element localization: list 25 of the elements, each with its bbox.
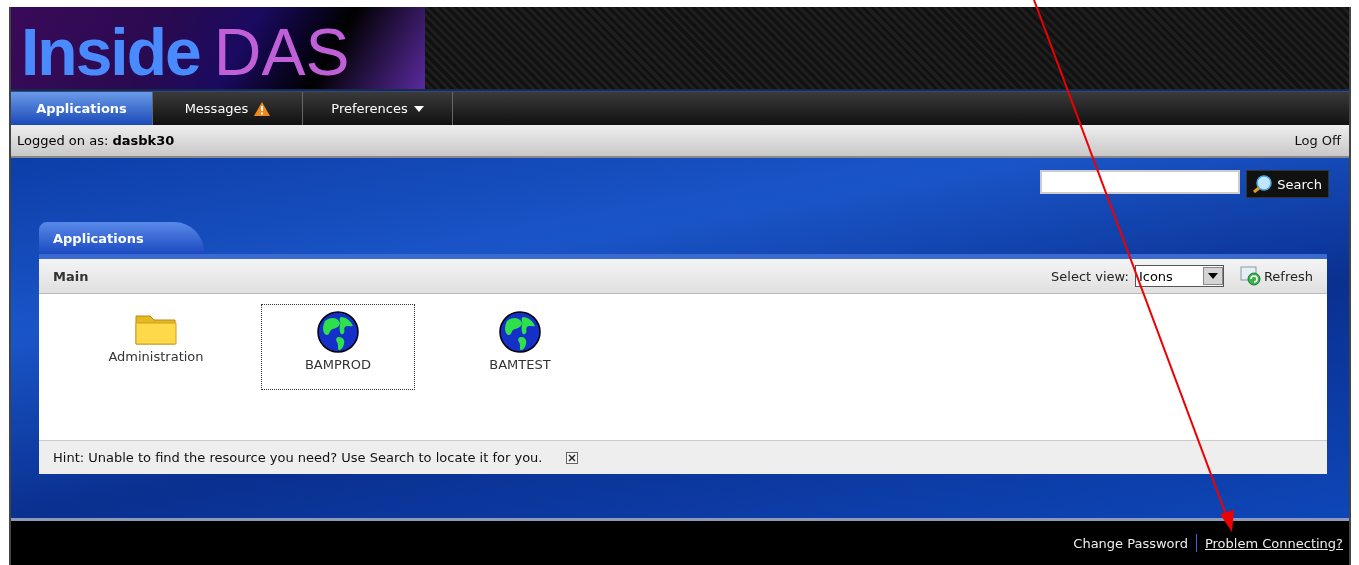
globe-icon — [499, 311, 541, 353]
footer-link[interactable]: Problem Connecting? — [1204, 535, 1343, 551]
app-item[interactable]: BAMPROD — [261, 304, 415, 390]
app-item[interactable]: BAMTEST — [443, 304, 597, 390]
nav-tab[interactable]: Applications — [11, 92, 153, 125]
view-dropdown[interactable]: Icons — [1134, 265, 1224, 287]
search-button[interactable]: Search — [1246, 170, 1329, 198]
section-title: Main — [53, 268, 89, 284]
logged-on-text: Logged on as: dasbk30 — [17, 133, 175, 148]
hint-text: Hint: Unable to find the resource you need? Use Search to locate it for you. — [53, 450, 543, 465]
app-item[interactable]: Administration — [79, 304, 233, 390]
globe-icon — [317, 311, 359, 353]
close-icon — [566, 451, 579, 464]
refresh-icon — [1239, 266, 1262, 286]
warning-icon — [254, 101, 271, 116]
select-view-label: Select view: — [1051, 268, 1129, 284]
footer-link[interactable]: Change Password — [1073, 535, 1188, 551]
search-icon — [1253, 175, 1274, 193]
search-field[interactable] — [1040, 170, 1241, 194]
panel-tab[interactable]: Applications — [39, 222, 204, 254]
logo-banner: Inside DAS — [11, 7, 425, 89]
caret-icon — [413, 105, 424, 112]
log-off-link[interactable]: Log Off — [1294, 133, 1341, 148]
refresh-button[interactable]: Refresh — [1239, 266, 1313, 286]
close-button[interactable] — [566, 451, 579, 464]
